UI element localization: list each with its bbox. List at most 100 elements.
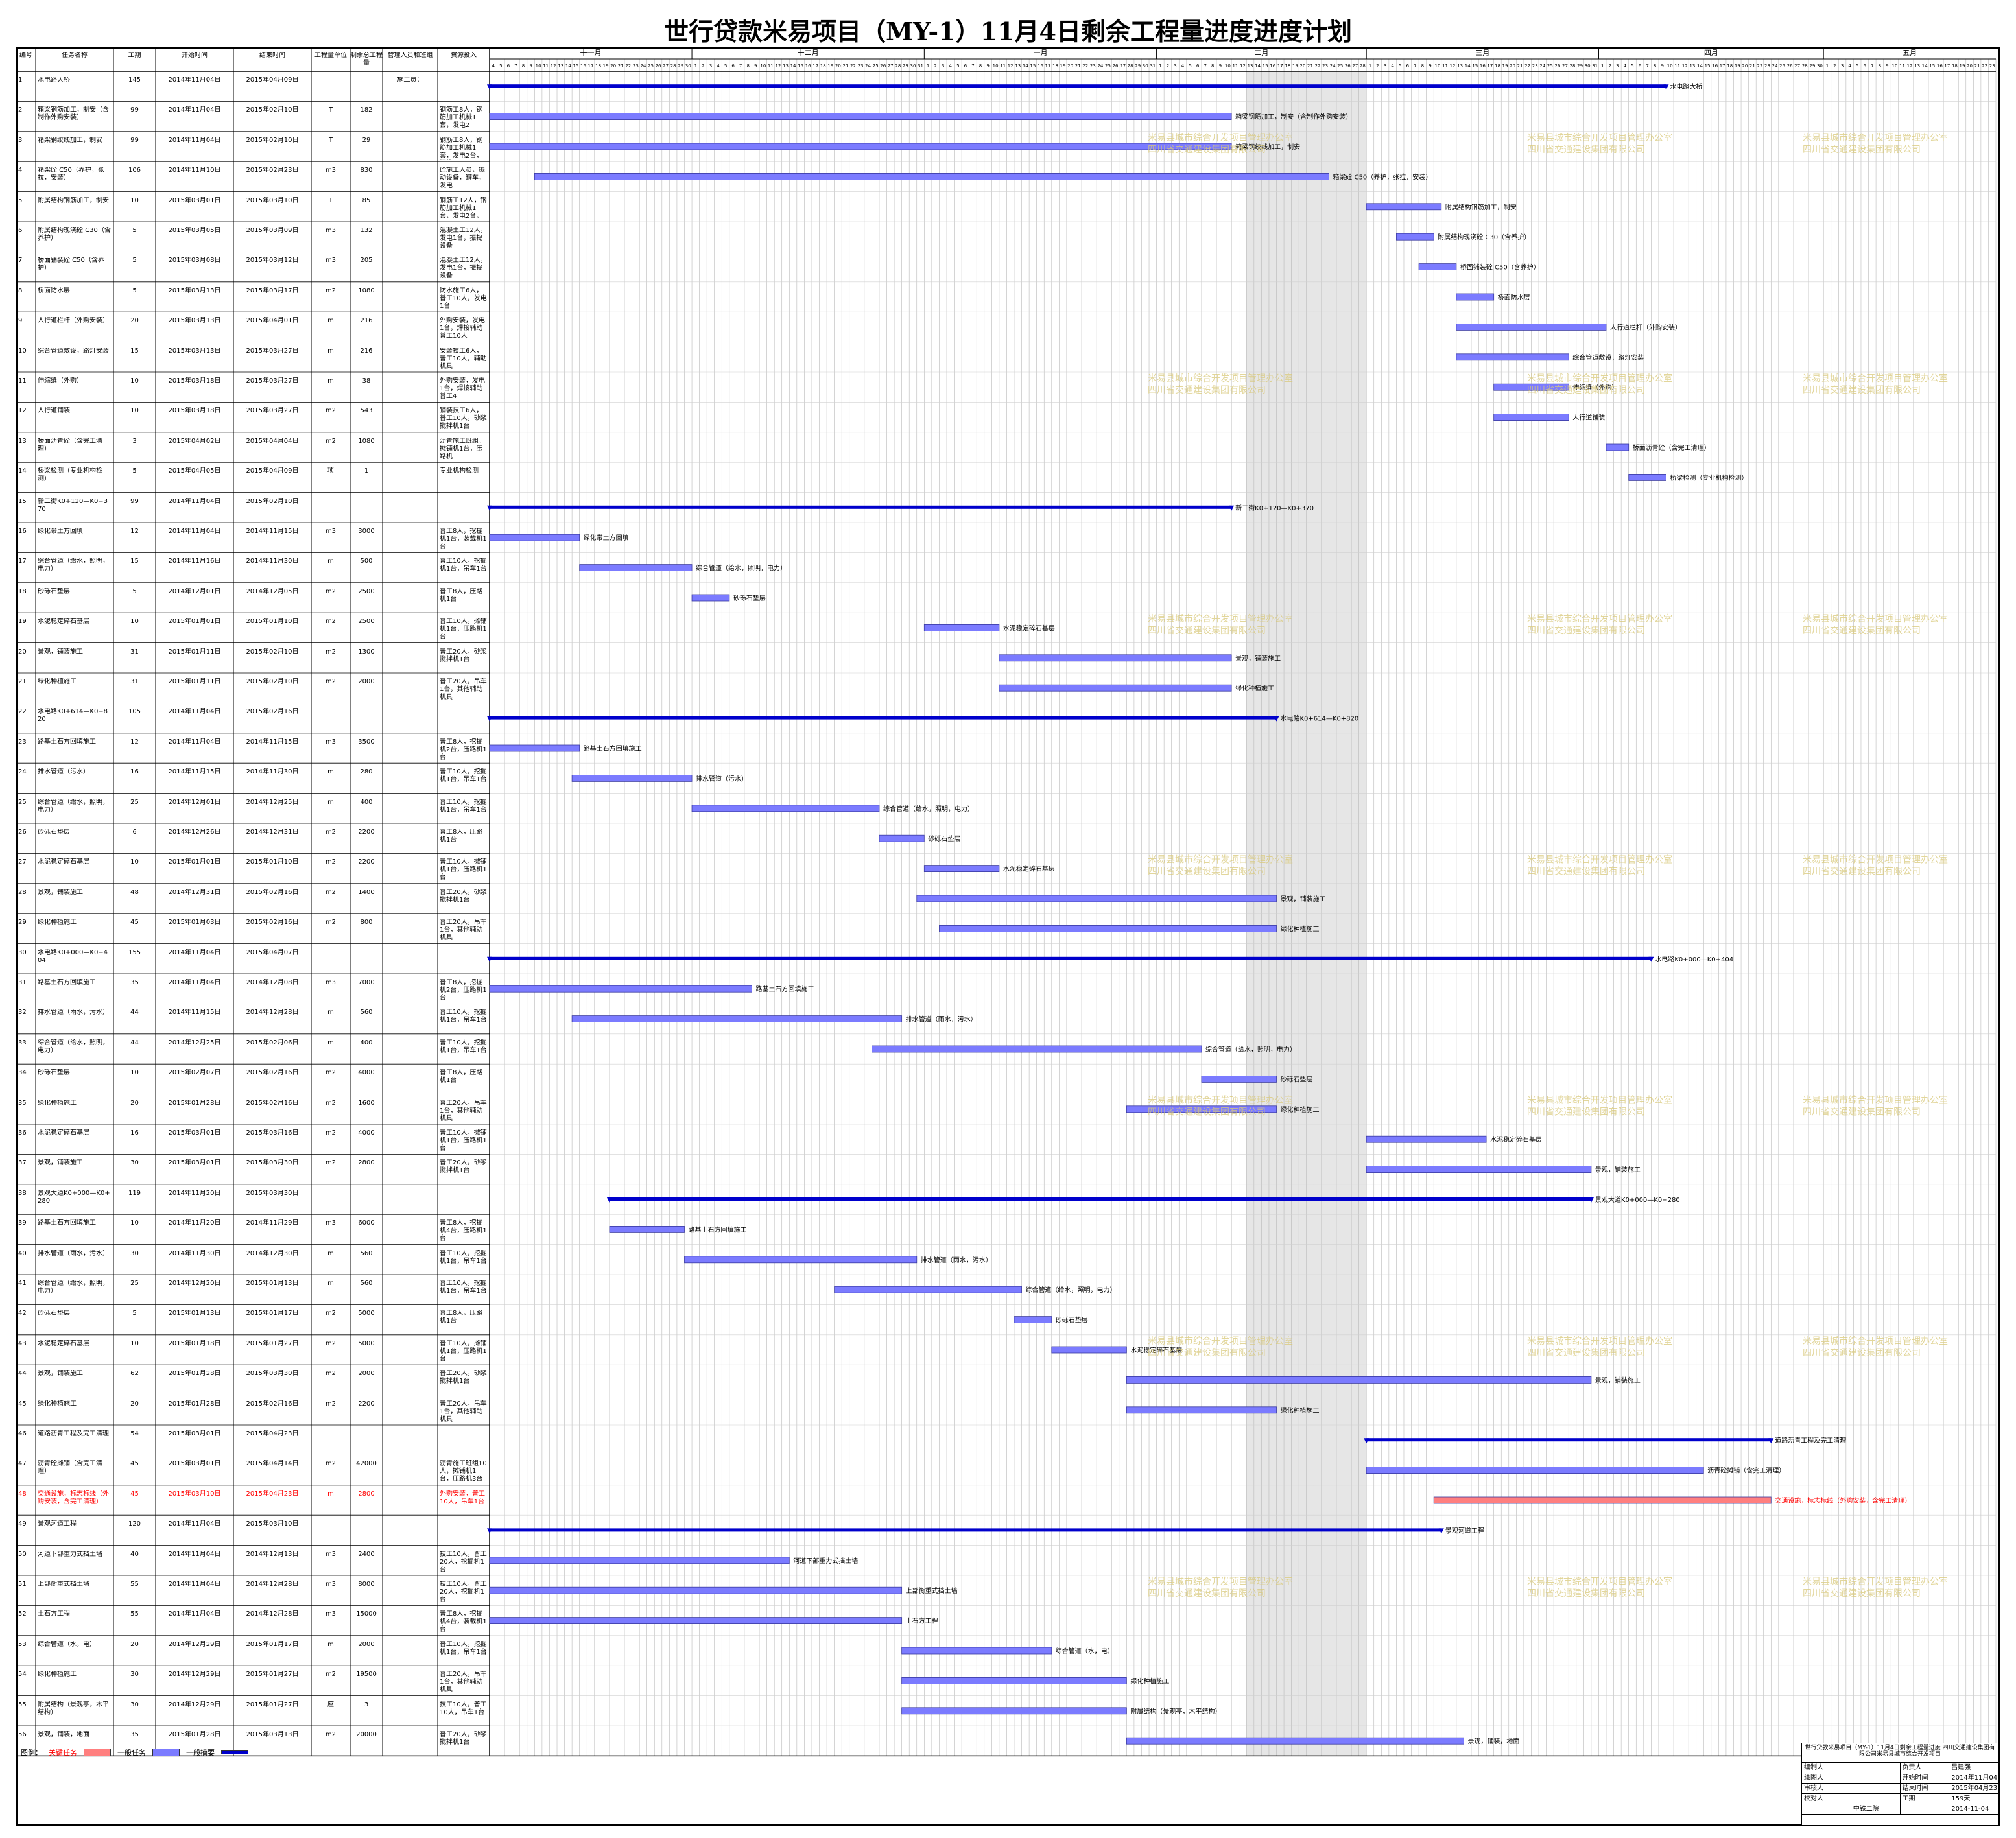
title-block-cell: 开始时间 <box>1901 1773 1950 1783</box>
task-bar <box>1366 1166 1592 1173</box>
bar-label: 绿化种植施工 <box>1130 1677 1169 1685</box>
day-number: 21 <box>1075 64 1081 69</box>
cell-unit <box>313 708 348 731</box>
cell-unit: m2 <box>325 1129 337 1137</box>
task-bar <box>1366 203 1442 211</box>
day-number: 18 <box>1952 64 1958 69</box>
day-number: 6 <box>1196 64 1200 69</box>
watermark-text: 米易县城市综合开发项目管理办公室 <box>1527 373 1672 384</box>
task-bar <box>489 143 1232 150</box>
column-header: 资源投入 <box>451 52 477 59</box>
cell-res: 普工10人，摊铺机1台，压路机1台 <box>440 1129 487 1152</box>
cell-res <box>440 949 488 972</box>
cell-id: 55 <box>18 1701 27 1708</box>
cell-res: 混凝土工12人，发电1台，振捣设备 <box>440 227 487 250</box>
cell-start: 2015年03月13日 <box>168 347 221 355</box>
cell-id: 39 <box>18 1219 27 1227</box>
cell-start: 2014年11月04日 <box>168 948 221 956</box>
day-number: 5 <box>956 64 959 69</box>
watermark-text: 四川省交通建设集团有限公司 <box>1148 625 1266 636</box>
cell-qty: 132 <box>360 227 373 234</box>
title-block-row: 中铁二院 2014-11-04 <box>1802 1804 1998 1815</box>
title-block-header: 世行贷款米易项目（MY-1）11月4日剩余工程量进度 四川交通建设集团有限公司米… <box>1802 1743 1998 1763</box>
cell-unit: m2 <box>325 1731 337 1738</box>
cell-name: 水泥稳定碎石基层 <box>38 1129 89 1137</box>
day-number: 19 <box>1960 64 1965 69</box>
cell-start: 2015年02月07日 <box>168 1069 221 1077</box>
cell-unit: m3 <box>325 1581 337 1588</box>
title-block-row: 审核人 结束时间2015年04月23日 <box>1802 1784 1998 1794</box>
cell-mgmt <box>385 768 436 792</box>
cell-unit: m3 <box>325 167 337 174</box>
cell-id: 2 <box>18 106 23 114</box>
day-number: 9 <box>1429 64 1431 69</box>
cell-end: 2015年03月10日 <box>246 1520 299 1528</box>
cell-name: 人行道铺装 <box>38 407 70 415</box>
cell-unit: m2 <box>325 437 337 445</box>
cell-name: 综合管道（水，电） <box>38 1640 96 1648</box>
cell-id: 29 <box>18 919 27 926</box>
day-number: 16 <box>1712 64 1718 69</box>
cell-id: 14 <box>18 467 27 475</box>
cell-qty: 2200 <box>358 829 375 836</box>
day-number: 8 <box>1211 64 1214 69</box>
day-number: 2 <box>1609 64 1611 69</box>
cell-unit: m2 <box>325 587 337 595</box>
cell-res: 普工20人，吊车1台，其他辅助机具 <box>440 1400 487 1423</box>
cell-res: 普工8人，压路机1台 <box>440 1310 483 1325</box>
cell-name: 路基土石方回填施工 <box>38 738 96 746</box>
cell-res: 普工10人，挖掘机1台，吊车1台 <box>440 1249 487 1265</box>
summary-bar <box>490 84 1666 88</box>
day-number: 12 <box>775 64 781 69</box>
bar-label: 水泥稳定碎石基层 <box>1003 624 1055 632</box>
legend: 图例： 关键任务 一般任务 一般摘要 <box>21 1746 248 1759</box>
cell-id: 24 <box>18 768 27 776</box>
title-block-cell: 编制人 <box>1802 1763 1851 1773</box>
cell-end: 2015年02月16日 <box>246 1099 299 1107</box>
cell-end: 2014年12月31日 <box>246 829 299 836</box>
cell-name: 绿化带土方回填 <box>38 528 83 535</box>
day-number: 7 <box>514 64 517 69</box>
cell-mgmt <box>385 799 436 822</box>
column-header: 结束时间 <box>259 52 285 59</box>
cell-res <box>440 498 488 521</box>
day-number: 21 <box>843 64 849 69</box>
task-bar <box>489 985 752 993</box>
cell-unit: m2 <box>325 678 337 685</box>
day-number: 24 <box>1772 64 1778 69</box>
cell-qty <box>352 708 381 731</box>
cell-mgmt <box>385 227 436 250</box>
cell-res: 沥青施工班组，摊铺机1台，压路机 <box>440 437 485 460</box>
day-number: 21 <box>1974 64 1980 69</box>
cell-start: 2015年01月11日 <box>168 648 221 655</box>
day-number: 20 <box>1742 64 1748 69</box>
cell-mgmt <box>385 738 436 762</box>
day-number: 23 <box>633 64 639 69</box>
watermark-text: 四川省交通建设集团有限公司 <box>1803 1107 1921 1118</box>
cell-id: 44 <box>18 1370 27 1378</box>
month-label: 三月 <box>1475 49 1489 57</box>
day-number: 5 <box>1631 64 1633 69</box>
cell-end: 2015年04月23日 <box>246 1490 299 1498</box>
cell-start: 2015年03月01日 <box>168 1430 221 1437</box>
cell-qty <box>352 949 381 972</box>
title-block-cell <box>1851 1773 1901 1783</box>
cell-qty: 560 <box>360 1249 373 1257</box>
legend-critical-label: 关键任务 <box>49 1749 77 1757</box>
day-number: 13 <box>1248 64 1253 69</box>
cell-name: 砂砾石垫层 <box>38 1310 70 1317</box>
cell-name: 新二街K0+120—K0+370 <box>38 497 108 513</box>
day-number: 6 <box>731 64 735 69</box>
cell-mgmt <box>385 1551 436 1574</box>
bar-label: 综合管道敷设，路灯安装 <box>1572 353 1644 362</box>
cell-start: 2014年11月04日 <box>168 77 221 84</box>
cell-qty: 3 <box>364 1701 369 1708</box>
cell-mgmt <box>385 1129 436 1153</box>
bar-label: 上部衡重式挡土墙 <box>906 1586 958 1595</box>
cell-res: 普工10人，挖掘机1台，吊车1台 <box>440 1039 487 1054</box>
cell-id: 16 <box>18 528 27 535</box>
cell-start: 2014年11月04日 <box>168 106 221 114</box>
cell-id: 46 <box>18 1430 27 1437</box>
bar-label: 桥面防水层 <box>1498 293 1530 301</box>
cell-name: 绿化种植施工 <box>38 678 77 685</box>
